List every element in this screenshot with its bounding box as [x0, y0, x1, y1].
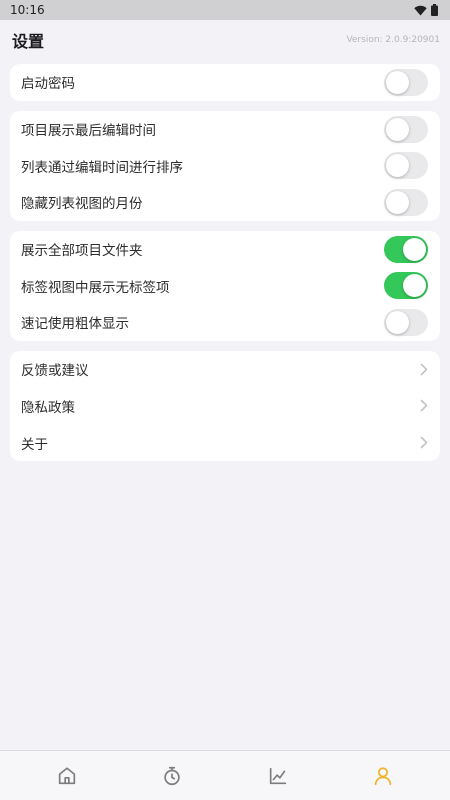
settings-row-label: 列表通过编辑时间进行排序	[21, 159, 183, 176]
battery-icon	[431, 4, 438, 16]
chart-icon	[267, 765, 289, 787]
toggle-switch[interactable]	[384, 272, 428, 300]
tab-profile[interactable]	[353, 756, 413, 796]
toggle-knob	[386, 190, 409, 214]
settings-row-label: 启动密码	[21, 76, 75, 93]
tab-chart[interactable]	[248, 756, 308, 796]
toggle-knob	[386, 70, 409, 94]
page-title: 设置	[12, 32, 45, 51]
toggle-knob	[403, 274, 426, 298]
chevron-right-icon	[420, 363, 428, 376]
toggle-knob	[386, 154, 409, 178]
header: 设置 Version: 2.0.9:20901	[0, 20, 450, 60]
toggle-switch[interactable]	[384, 308, 428, 336]
settings-card: 项目展示最后编辑时间列表通过编辑时间进行排序 隐藏列表视图的月份	[10, 110, 440, 221]
toggle-switch[interactable]	[384, 188, 428, 216]
chevron-right-icon	[420, 399, 428, 412]
settings-card: 反馈或建议隐私政策关于	[10, 350, 440, 461]
status-icons	[414, 4, 438, 16]
settings-row[interactable]: 反馈或建议	[10, 351, 440, 388]
settings-row-label: 关于	[21, 436, 48, 453]
toggle-switch[interactable]	[384, 115, 428, 143]
settings-row: 隐藏列表视图的月份	[10, 184, 440, 221]
settings-row: 速记使用粗体显示	[10, 304, 440, 341]
settings-card: 展示全部项目文件夹标签视图中展示无标签项 速记使用粗体显示	[10, 230, 440, 341]
settings-row: 启动密码	[10, 64, 440, 101]
settings-row: 项目展示最后编辑时间	[10, 111, 440, 148]
settings-card: 启动密码	[10, 64, 440, 101]
timer-icon	[161, 765, 183, 787]
toggle-knob	[386, 117, 409, 141]
version-label: Version: 2.0.9:20901	[346, 35, 440, 45]
settings-row: 展示全部项目文件夹	[10, 231, 440, 268]
status-time: 10:16	[10, 3, 45, 17]
toggle-knob	[403, 237, 426, 261]
settings-row: 标签视图中展示无标签项	[10, 267, 440, 304]
settings-row-label: 标签视图中展示无标签项	[21, 279, 170, 296]
settings-row-label: 隐藏列表视图的月份	[21, 196, 143, 213]
wifi-icon	[414, 5, 427, 16]
settings-row[interactable]: 隐私政策	[10, 388, 440, 425]
toggle-switch[interactable]	[384, 152, 428, 180]
tab-home[interactable]	[37, 756, 97, 796]
settings-row[interactable]: 关于	[10, 424, 440, 461]
chevron-right-icon	[420, 436, 428, 449]
toggle-switch[interactable]	[384, 235, 428, 263]
toggle-switch[interactable]	[384, 68, 428, 96]
settings-row-label: 速记使用粗体显示	[21, 316, 129, 333]
status-bar: 10:16	[0, 0, 450, 20]
settings-list: 启动密码 项目展示最后编辑时间 列表通过编辑时间进行排序 隐藏列表视图的月份 展示全部项…	[0, 64, 450, 461]
toggle-knob	[386, 310, 409, 334]
tab-bar	[0, 750, 450, 800]
settings-row: 列表通过编辑时间进行排序	[10, 147, 440, 184]
settings-row-label: 展示全部项目文件夹	[21, 243, 143, 260]
settings-row-label: 隐私政策	[21, 399, 75, 416]
settings-row-label: 项目展示最后编辑时间	[21, 123, 156, 140]
tab-timer[interactable]	[142, 756, 202, 796]
home-icon	[56, 765, 78, 787]
user-icon	[372, 765, 394, 787]
settings-row-label: 反馈或建议	[21, 363, 89, 380]
